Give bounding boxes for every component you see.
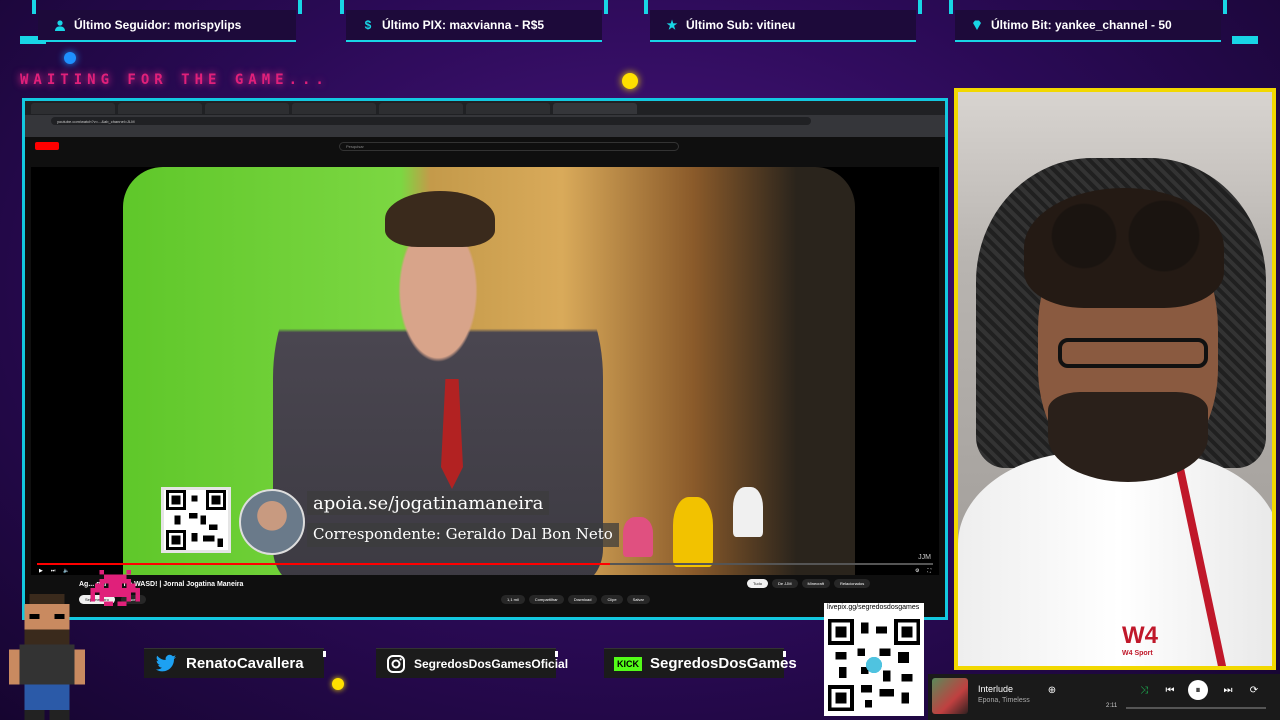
song-artist: Epona, Timeless (978, 697, 1030, 704)
social-instagram[interactable]: SegredosDosGamesOficial (376, 648, 568, 678)
social-label: SegredosDosGamesOficial (414, 656, 569, 671)
streamer-glasses (1058, 338, 1208, 368)
qr-code-small (161, 487, 231, 553)
related-chips: Tudo De JJM Minecraft Relacionados (747, 579, 871, 588)
glow-dot (64, 52, 76, 64)
like-button[interactable]: 1,1 mil (501, 595, 525, 604)
support-overlay: apoia.se/jogatinamaneira Correspondente:… (161, 487, 631, 557)
next-track-icon[interactable]: ⏭ (1218, 680, 1238, 700)
pause-icon[interactable]: ⏸ (1188, 680, 1208, 700)
alert-text: Último Bit: yankee_channel - 50 (991, 18, 1172, 32)
fullscreen-icon[interactable]: ⛶ (927, 568, 931, 574)
glow-dot (332, 678, 344, 690)
instagram-icon (386, 652, 406, 676)
social-kick[interactable]: KICK SegredosDosGames (604, 648, 797, 678)
youtube-header: Pesquisar (25, 137, 945, 155)
alert-text: Último Seguidor: morispylips (74, 18, 242, 32)
shirt-stripe (1175, 463, 1229, 666)
play-icon[interactable]: ▶ (39, 568, 43, 574)
previous-icon[interactable]: ⏮ (1160, 680, 1180, 700)
shirt-brand-text: W4 (1122, 622, 1158, 649)
shirt-brand-sub: W4 Sport (1122, 650, 1153, 657)
qr-url: livepix.gg/segredosdosgames (824, 603, 924, 614)
alert-last-bit: Último Bit: yankee_channel - 50 (949, 0, 1227, 42)
track-progress-bar[interactable] (1126, 707, 1266, 709)
correspondent-avatar (239, 489, 305, 555)
player-controls: ▶ ⏭ 🔈 ⚙ ⛶ (31, 567, 939, 575)
video-details: Ag... gar LoL no WASD! | Jornal Jogatina… (31, 577, 939, 617)
browser-tab[interactable] (205, 102, 289, 114)
streamer-hair (1024, 188, 1224, 308)
glow-dot (622, 73, 638, 89)
chip-related[interactable]: Relacionados (833, 579, 871, 588)
download-button[interactable]: Download (567, 595, 598, 604)
chip-channel[interactable]: De JJM (771, 579, 798, 588)
music-player: Interlude Epona, Timeless ⊕ ⤨ ⏮ ⏸ ⏭ ⟳ 2:… (928, 674, 1280, 720)
video-progress-fill (37, 563, 611, 565)
figurine (673, 497, 713, 567)
alert-last-pix: $ Último PIX: maxvianna - R$5 (340, 0, 608, 42)
kick-icon: KICK (614, 656, 642, 671)
song-title: Interlude (978, 684, 1014, 694)
social-twitter[interactable]: RenatoCavallera (144, 648, 326, 678)
corner-decoration (1232, 36, 1258, 44)
alerts-bar: Último Seguidor: morispylips $ Último PI… (0, 0, 1280, 50)
browser-tab[interactable] (292, 102, 376, 114)
url-field[interactable]: youtube.com/watch?v=...&ab_channel=JLM (51, 117, 811, 125)
social-label: RenatoCavallera (186, 655, 304, 672)
waiting-text: WAITING FOR THE GAME... (20, 72, 329, 88)
shuffle-icon[interactable]: ⤨ (1134, 680, 1154, 700)
video-player[interactable]: apoia.se/jogatinamaneira Correspondente:… (31, 167, 939, 575)
diamond-icon (969, 17, 985, 33)
figurine (733, 487, 763, 537)
twitter-icon (154, 652, 178, 676)
chip-all[interactable]: Tudo (747, 579, 768, 588)
video-actions: 1,1 mil Compartilhar Download Clipe Salv… (501, 595, 650, 604)
presenter-hair (385, 191, 495, 247)
album-art (932, 678, 968, 714)
repeat-icon[interactable]: ⟳ (1244, 680, 1264, 700)
streamer-beard (1048, 392, 1208, 482)
clip-button[interactable]: Clipe (601, 595, 623, 604)
space-invader-icon (90, 570, 140, 606)
alert-last-sub: ★ Último Sub: vitineu (644, 0, 922, 42)
streamer-shirt: W4 W4 Sport (958, 452, 1272, 666)
save-button[interactable]: Salvar (626, 595, 650, 604)
video-watermark: JJM (918, 554, 931, 561)
shirt-brand-logo: W4 W4 Sport (1122, 622, 1158, 657)
video-progress-bar[interactable] (37, 563, 933, 565)
browser-tab[interactable] (379, 102, 463, 114)
share-button[interactable]: Compartilhar (528, 595, 564, 604)
user-icon (52, 17, 68, 33)
youtube-logo-icon[interactable] (35, 142, 59, 150)
webcam-feed: W4 W4 Sport (954, 88, 1276, 670)
alert-text: Último Sub: vitineu (686, 18, 796, 32)
search-input[interactable]: Pesquisar (339, 141, 679, 151)
social-label: SegredosDosGames (650, 655, 797, 672)
settings-icon[interactable]: ⚙ (915, 568, 919, 574)
star-icon: ★ (666, 18, 678, 32)
qr-code-large (824, 614, 924, 716)
pixel-character-icon (9, 594, 85, 720)
bookmarks-bar (25, 127, 945, 137)
alert-text: Último PIX: maxvianna - R$5 (382, 18, 545, 32)
volume-icon[interactable]: 🔈 (63, 568, 69, 574)
browser-window: youtube.com/watch?v=...&ab_channel=JLM P… (22, 98, 948, 620)
overlay-url: apoia.se/jogatinamaneira (307, 491, 550, 515)
chip-minecraft[interactable]: Minecraft (801, 579, 830, 588)
address-bar: youtube.com/watch?v=...&ab_channel=JLM (25, 115, 945, 127)
add-icon[interactable]: ⊕ (1042, 680, 1062, 700)
elapsed-time: 2:11 (1106, 703, 1118, 709)
browser-tab[interactable] (466, 102, 550, 114)
overlay-correspondent: Correspondente: Geraldo Dal Bon Neto (307, 523, 619, 547)
browser-tab[interactable] (118, 102, 202, 114)
browser-tab-active[interactable] (553, 102, 637, 114)
alert-last-follower: Último Seguidor: morispylips (32, 0, 302, 42)
dollar-icon: $ (364, 18, 372, 32)
next-icon[interactable]: ⏭ (51, 568, 56, 574)
browser-tabs (25, 101, 945, 115)
browser-tab[interactable] (31, 102, 115, 114)
